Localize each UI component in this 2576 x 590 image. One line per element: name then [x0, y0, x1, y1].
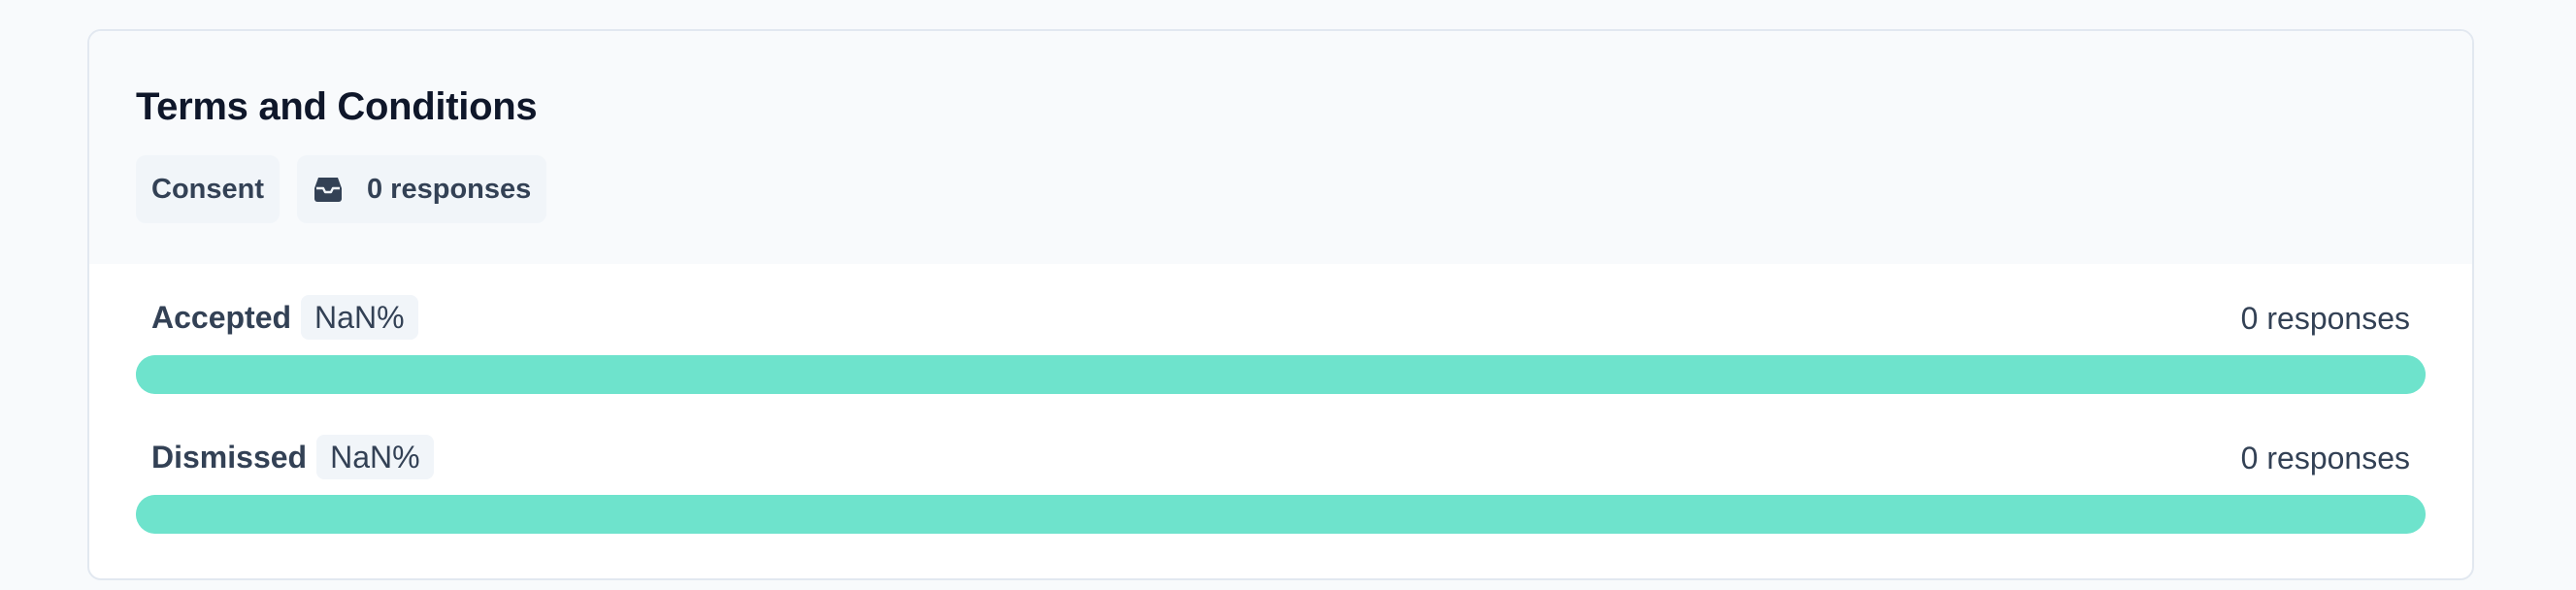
- result-label-group: Accepted NaN%: [151, 295, 418, 340]
- question-type-label: Consent: [151, 173, 264, 205]
- inbox-icon: [313, 176, 344, 203]
- result-row-dismissed: Dismissed NaN% 0 responses: [136, 404, 2426, 543]
- result-progress-bar: [136, 495, 2426, 534]
- result-progress-fill: [136, 355, 2426, 394]
- card-header: Terms and Conditions Consent 0 responses: [89, 31, 2472, 264]
- result-label: Accepted: [151, 299, 292, 335]
- question-type-badge: Consent: [136, 155, 280, 223]
- result-percentage: NaN%: [301, 295, 418, 340]
- question-meta: Consent 0 responses: [136, 155, 547, 223]
- result-response-count: 0 responses: [2240, 301, 2410, 336]
- result-label-group: Dismissed NaN%: [151, 435, 434, 479]
- question-title: Terms and Conditions: [136, 85, 538, 128]
- result-response-count: 0 responses: [2240, 441, 2410, 475]
- results-list: Accepted NaN% 0 responses Dismissed NaN%…: [89, 264, 2472, 543]
- result-progress-fill: [136, 495, 2426, 534]
- response-count-label: 0 responses: [367, 173, 532, 205]
- response-count-badge: 0 responses: [297, 155, 547, 223]
- result-label: Dismissed: [151, 439, 308, 475]
- result-progress-bar: [136, 355, 2426, 394]
- result-percentage: NaN%: [316, 435, 434, 479]
- summary-card: Terms and Conditions Consent 0 responses…: [87, 29, 2474, 580]
- result-row-accepted: Accepted NaN% 0 responses: [136, 264, 2426, 404]
